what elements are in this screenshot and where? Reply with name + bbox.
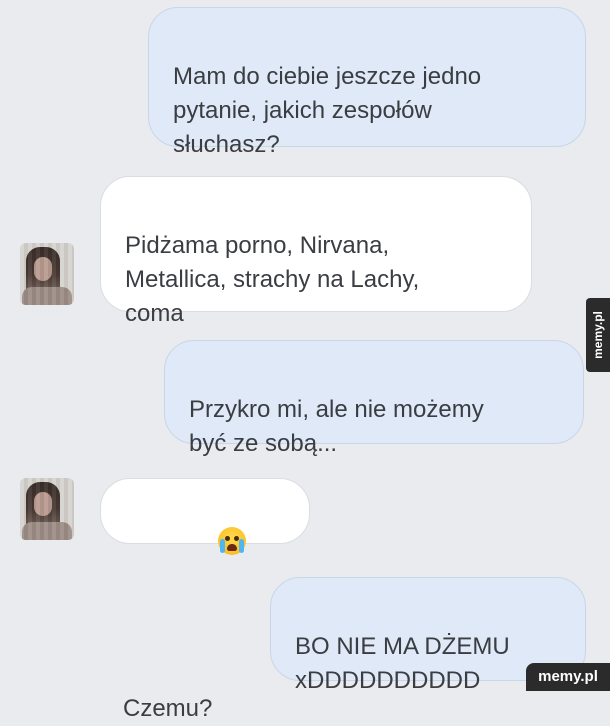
watermark-side-text: memy.pl bbox=[591, 311, 605, 359]
crying-face-icon bbox=[218, 527, 247, 555]
message-bubble-outgoing: Mam do ciebie jeszcze jedno pytanie, jak… bbox=[148, 7, 586, 158]
avatar-blur-overlay bbox=[20, 243, 74, 305]
mouth bbox=[227, 544, 238, 551]
message-text: Pidżama porno, Nirvana, Metallica, strac… bbox=[125, 232, 420, 327]
message-text: BO NIE MA DŻEMU xDDDDDDDDDD bbox=[295, 633, 510, 694]
contact-avatar[interactable] bbox=[20, 243, 74, 305]
message-bubble-incoming: Pidżama porno, Nirvana, Metallica, strac… bbox=[100, 176, 532, 327]
watermark-corner-text: memy.pl bbox=[538, 668, 598, 685]
contact-avatar[interactable] bbox=[20, 478, 74, 540]
chat-thread: Mam do ciebie jeszcze jedno pytanie, jak… bbox=[0, 0, 610, 722]
tear-right bbox=[239, 539, 245, 553]
tear-left bbox=[220, 539, 226, 553]
avatar-blur-overlay bbox=[20, 478, 74, 540]
eye-left bbox=[225, 536, 231, 541]
watermark-side-badge: memy.pl bbox=[586, 298, 610, 372]
message-text: Przykro mi, ale nie możemy być ze sobą..… bbox=[189, 396, 484, 457]
message-text: Czemu? bbox=[123, 695, 213, 722]
message-bubble-incoming: Czemu? bbox=[100, 478, 310, 722]
message-bubble-outgoing: Przykro mi, ale nie możemy być ze sobą..… bbox=[164, 340, 584, 457]
watermark-corner-badge: memy.pl bbox=[526, 663, 610, 691]
message-text: Mam do ciebie jeszcze jedno pytanie, jak… bbox=[173, 63, 482, 158]
